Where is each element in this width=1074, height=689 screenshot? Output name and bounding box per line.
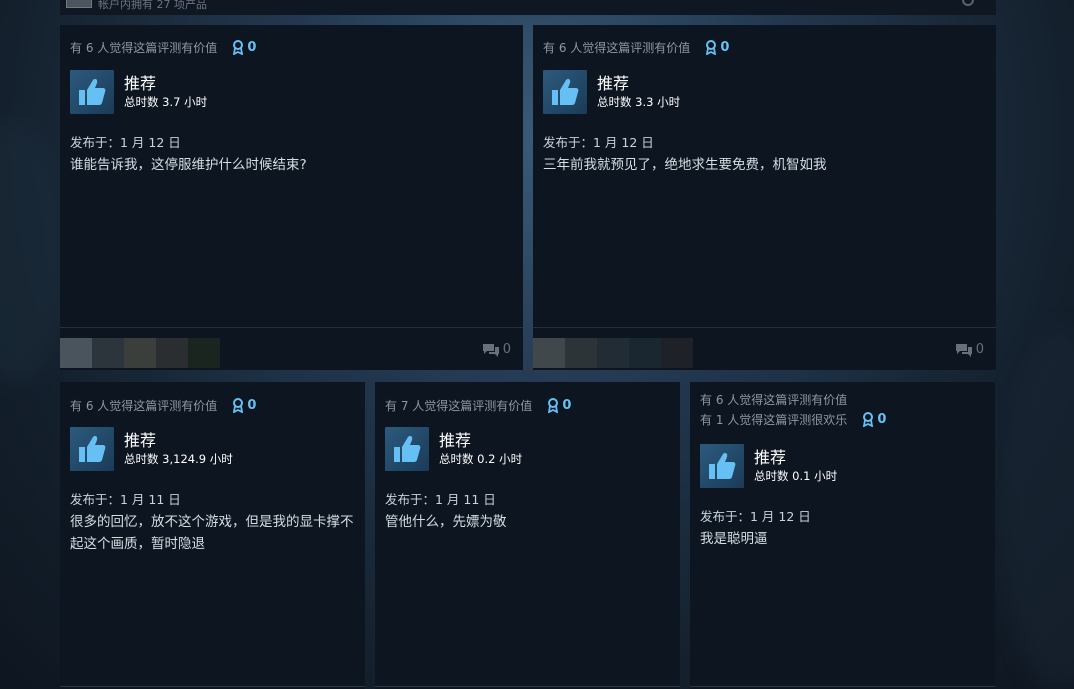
comment-count: 0 — [502, 342, 511, 357]
award-count: 0 — [562, 398, 572, 413]
recommendation-header: 推荐 总时数 3,124.9 小时 — [70, 427, 233, 471]
award-count: 0 — [247, 398, 257, 413]
review-card: 有 6 人觉得这篇评测有价值 0 推荐 总时数 3.3 小时 发布于：1 月 1… — [533, 25, 996, 370]
card-footer: 0 — [533, 327, 996, 370]
helpful-summary: 有 7 人觉得这篇评测有价值 0 — [385, 395, 571, 415]
recommendation-header: 推荐 总时数 0.1 小时 — [700, 444, 837, 488]
helpful-text: 有 7 人觉得这篇评测有价值 — [385, 399, 533, 413]
award-count: 0 — [247, 40, 257, 55]
posted-date: 发布于：1 月 12 日 — [70, 135, 181, 150]
review-card: 有 6 人觉得这篇评测有价值 0 推荐 总时数 3,124.9 小时 发布于：1… — [60, 382, 365, 689]
award-ribbon-icon — [706, 40, 717, 55]
thumbs-up-icon[interactable] — [700, 444, 744, 488]
recommendation-label: 推荐 — [439, 431, 472, 450]
award-ribbon-icon — [233, 40, 244, 55]
divider — [60, 686, 365, 687]
playtime-text: 总时数 3.7 小时 — [124, 95, 208, 109]
review-card: 有 6 人觉得这篇评测有价值 0 推荐 总时数 3.7 小时 发布于：1 月 1… — [60, 25, 523, 370]
posted-date: 发布于：1 月 11 日 — [385, 492, 496, 507]
posted-date: 发布于：1 月 11 日 — [70, 492, 181, 507]
playtime-text: 总时数 0.1 小时 — [754, 469, 838, 483]
comment-count: 0 — [975, 342, 984, 357]
search-icon[interactable] — [962, 0, 974, 6]
comment-button[interactable]: 0 — [482, 342, 511, 357]
background-shape — [1000, 330, 1074, 689]
posted-date: 发布于：1 月 12 日 — [543, 135, 654, 150]
owned-products-text: 帐户内拥有 27 项产品 — [98, 0, 207, 11]
recommendation-header: 推荐 总时数 3.7 小时 — [70, 70, 207, 114]
helpful-summary: 有 6 人觉得这篇评测有价值 0 — [543, 37, 729, 57]
recommendation-label: 推荐 — [597, 74, 630, 93]
award-ribbon-icon — [863, 412, 874, 427]
review-card: 有 6 人觉得这篇评测有价值 有 1 人觉得这篇评测很欢乐 0 推荐 总时数 0… — [690, 382, 995, 689]
award-ribbon-icon — [548, 398, 559, 413]
profile-bar: 帐户内拥有 27 项产品 — [60, 0, 996, 15]
posted-date: 发布于：1 月 12 日 — [700, 509, 811, 524]
divider — [690, 686, 995, 687]
funny-text: 有 1 人觉得这篇评测很欢乐 — [700, 413, 848, 427]
card-footer: 0 — [60, 327, 523, 370]
helpful-summary: 有 6 人觉得这篇评测有价值 0 — [70, 37, 256, 57]
review-content: 谁能告诉我，这停服维护什么时候结束? — [70, 157, 307, 173]
playtime-text: 总时数 3.3 小时 — [597, 95, 681, 109]
recommendation-label: 推荐 — [124, 74, 157, 93]
thumbs-up-icon[interactable] — [70, 70, 114, 114]
award-button[interactable]: 0 — [705, 40, 729, 55]
recommendation-header: 推荐 总时数 3.3 小时 — [543, 70, 680, 114]
recommendation-label: 推荐 — [754, 448, 787, 467]
award-ribbon-icon — [233, 398, 244, 413]
thumbs-up-icon[interactable] — [70, 427, 114, 471]
blurred-avatars — [60, 338, 220, 368]
helpful-summary: 有 6 人觉得这篇评测有价值 有 1 人觉得这篇评测很欢乐 0 — [700, 392, 886, 429]
comment-bubbles-icon — [955, 343, 972, 357]
comment-button[interactable]: 0 — [955, 342, 984, 357]
thumbs-up-icon[interactable] — [385, 427, 429, 471]
review-content: 我是聪明逼 — [700, 531, 768, 547]
thumbs-up-icon[interactable] — [543, 70, 587, 114]
award-button[interactable]: 0 — [232, 398, 256, 413]
avatar[interactable] — [66, 0, 92, 8]
award-button[interactable]: 0 — [547, 398, 571, 413]
award-count: 0 — [720, 40, 730, 55]
comment-bubbles-icon — [482, 343, 499, 357]
helpful-summary: 有 6 人觉得这篇评测有价值 0 — [70, 395, 256, 415]
review-card: 有 7 人觉得这篇评测有价值 0 推荐 总时数 0.2 小时 发布于：1 月 1… — [375, 382, 680, 689]
award-button[interactable]: 0 — [862, 412, 886, 427]
helpful-text: 有 6 人觉得这篇评测有价值 — [70, 41, 218, 55]
award-count: 0 — [877, 412, 887, 427]
helpful-text: 有 6 人觉得这篇评测有价值 — [700, 393, 848, 407]
award-button[interactable]: 0 — [232, 40, 256, 55]
review-content: 三年前我就预见了，绝地求生要免费，机智如我 — [543, 157, 827, 173]
helpful-text: 有 6 人觉得这篇评测有价值 — [70, 399, 218, 413]
playtime-text: 总时数 3,124.9 小时 — [124, 452, 233, 466]
helpful-text: 有 6 人觉得这篇评测有价值 — [543, 41, 691, 55]
review-content: 管他什么，先嫖为敬 — [385, 514, 507, 530]
recommendation-header: 推荐 总时数 0.2 小时 — [385, 427, 522, 471]
divider — [375, 686, 680, 687]
review-content: 很多的回忆，放不这个游戏，但是我的显卡撑不起这个画质，暂时隐退 — [70, 514, 354, 552]
blurred-avatars — [533, 338, 693, 368]
recommendation-label: 推荐 — [124, 431, 157, 450]
playtime-text: 总时数 0.2 小时 — [439, 452, 523, 466]
